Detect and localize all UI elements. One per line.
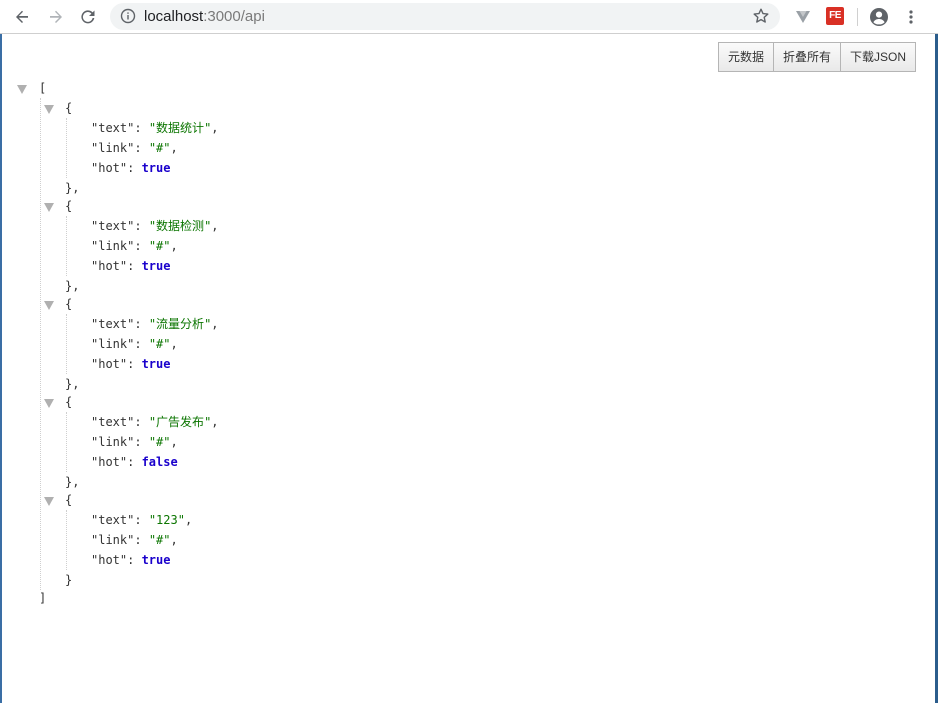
json-entry-link: "link": "#", (91, 141, 178, 155)
value-text: 广告发布 (156, 415, 205, 429)
json-entry-hot: "hot": true (91, 553, 171, 567)
object-close-brace: }, (65, 279, 80, 293)
root-open-bracket: [ (39, 81, 47, 95)
collapse-toggle-icon[interactable] (44, 497, 54, 506)
value-link: # (156, 337, 164, 351)
arrow-right-icon (50, 10, 62, 23)
value-text: 123 (156, 513, 178, 527)
object-open-brace: { (65, 395, 73, 409)
menu-button[interactable] (899, 5, 923, 29)
json-entry-text: "text": "流量分析", (91, 317, 219, 331)
collapse-toggle-icon[interactable] (44, 203, 54, 212)
collapse-toggle-icon[interactable] (44, 105, 54, 114)
json-entry-link: "link": "#", (91, 533, 178, 547)
url-text[interactable]: localhost:3000/api (144, 8, 265, 25)
value-text: 数据检测 (156, 219, 205, 233)
account-circle-icon (870, 8, 888, 26)
info-icon[interactable] (120, 8, 136, 29)
value-hot: true (141, 259, 171, 273)
object-open-brace: { (65, 297, 73, 311)
indent-guide (66, 216, 67, 276)
json-entry-hot: "hot": false (91, 455, 178, 469)
indent-guide (66, 510, 67, 570)
value-hot: false (141, 455, 178, 469)
json-entry-text: "text": "数据统计", (91, 121, 219, 135)
root-close-bracket: ] (39, 591, 47, 605)
object-open-brace: { (65, 199, 73, 213)
object-close-brace: }, (65, 475, 80, 489)
fehelper-extension-icon[interactable]: FE (826, 7, 844, 25)
value-hot: true (141, 357, 171, 371)
object-close-brace: }, (65, 181, 80, 195)
value-hot: true (141, 161, 171, 175)
collapse-all-button[interactable]: 折叠所有 (772, 42, 840, 72)
indent-guide (66, 412, 67, 472)
value-link: # (156, 533, 164, 547)
value-link: # (156, 435, 164, 449)
json-entry-hot: "hot": true (91, 259, 171, 273)
json-entry-hot: "hot": true (91, 161, 171, 175)
value-link: # (156, 239, 164, 253)
url-path: :3000/api (203, 8, 265, 25)
collapse-toggle-icon[interactable] (44, 399, 54, 408)
metadata-button[interactable]: 元数据 (717, 42, 773, 72)
reload-icon (81, 10, 95, 24)
more-vertical-icon (909, 10, 913, 24)
bookmark-star-icon[interactable] (752, 7, 770, 30)
forward-button[interactable] (44, 5, 68, 29)
arrow-left-icon (16, 10, 28, 23)
back-button[interactable] (10, 5, 34, 29)
url-host: localhost (144, 8, 204, 25)
json-entry-text: "text": "数据检测", (91, 219, 219, 233)
reload-button[interactable] (76, 5, 100, 29)
value-link: # (156, 141, 164, 155)
json-viewer-actions: 元数据 折叠所有 下载JSON (717, 42, 916, 72)
object-open-brace: { (65, 493, 73, 507)
json-entry-hot: "hot": true (91, 357, 171, 371)
browser-toolbar: localhost:3000/api FE (0, 0, 938, 34)
collapse-toggle-icon[interactable] (44, 301, 54, 310)
profile-button[interactable] (867, 5, 891, 29)
desktop-edge-left (0, 34, 2, 703)
value-hot: true (141, 553, 171, 567)
extension-vue-devtools-button[interactable] (791, 5, 815, 29)
indent-guide (66, 118, 67, 178)
value-text: 流量分析 (156, 317, 205, 331)
indent-guide (66, 314, 67, 374)
object-open-brace: { (65, 101, 73, 115)
object-close-brace: }, (65, 377, 80, 391)
indent-guide (40, 98, 41, 590)
json-entry-link: "link": "#", (91, 337, 178, 351)
toolbar-divider (857, 8, 858, 26)
json-entry-link: "link": "#", (91, 239, 178, 253)
address-bar[interactable]: localhost:3000/api (110, 3, 780, 30)
download-json-button[interactable]: 下载JSON (839, 42, 916, 72)
json-entry-link: "link": "#", (91, 435, 178, 449)
value-text: 数据统计 (156, 121, 205, 135)
triangle-extension-icon (796, 11, 810, 23)
object-close-brace: } (65, 573, 73, 587)
collapse-toggle-icon[interactable] (17, 85, 27, 94)
json-entry-text: "text": "广告发布", (91, 415, 219, 429)
json-entry-text: "text": "123", (91, 513, 193, 527)
